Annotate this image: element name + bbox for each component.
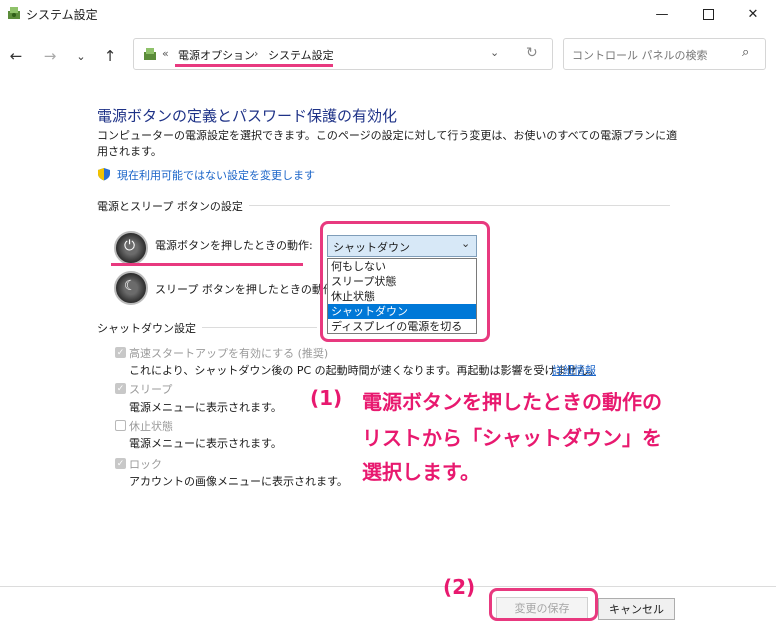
power-button-label: 電源ボタンを押したときの動作: — [155, 239, 313, 252]
recent-locations-button[interactable]: ⌄ — [71, 46, 91, 66]
sleep-button-icon: ☾ — [114, 271, 148, 305]
refresh-icon[interactable]: ↻ — [526, 45, 538, 61]
step2-number: (2) — [443, 575, 476, 599]
uac-shield-icon — [98, 168, 110, 181]
save-button-highlight-box — [489, 588, 598, 621]
hibernate-option-label: 休止状態 — [129, 420, 173, 433]
lock-option-label: ロック — [129, 458, 162, 471]
hibernate-checkbox[interactable] — [115, 420, 126, 431]
footer-divider — [0, 586, 776, 587]
search-box[interactable]: コントロール パネルの検索 ⌕ — [563, 38, 766, 70]
close-button[interactable]: ✕ — [730, 0, 776, 28]
chevron-down-icon: ⌄ — [76, 49, 86, 63]
close-icon: ✕ — [747, 6, 759, 22]
breadcrumb-separator: › — [254, 47, 259, 60]
section-power-heading: 電源とスリープ ボタンの設定 — [97, 198, 249, 214]
step1-text-line1: 電源ボタンを押したときの動作の — [362, 390, 662, 414]
sleep-button-label: スリープ ボタンを押したときの動作: — [155, 283, 338, 296]
forward-button[interactable]: → — [40, 46, 60, 66]
search-input[interactable]: コントロール パネルの検索 — [572, 47, 708, 63]
breadcrumb-highlight-underline — [175, 64, 333, 67]
maximize-button[interactable] — [685, 0, 731, 28]
breadcrumb-power-options[interactable]: 電源オプション — [178, 47, 255, 63]
power-label-highlight-underline — [111, 263, 303, 266]
step1-text-line2: リストから「シャットダウン」を — [362, 426, 662, 450]
minimize-button[interactable]: — — [639, 0, 685, 28]
sleep-option-description: 電源メニューに表示されます。 — [129, 401, 282, 414]
fast-startup-label: 高速スタートアップを有効にする (推奨) — [129, 347, 329, 360]
window-title: システム設定 — [26, 8, 98, 22]
app-icon — [8, 7, 20, 19]
dropdown-highlight-box — [320, 221, 490, 342]
forward-arrow-icon: → — [43, 47, 57, 65]
fast-startup-checkbox[interactable]: ✓ — [115, 347, 126, 358]
hibernate-option-description: 電源メニューに表示されます。 — [129, 437, 282, 450]
search-icon[interactable]: ⌕ — [742, 45, 749, 60]
sleep-checkbox[interactable]: ✓ — [115, 383, 126, 394]
step1-number: (1) — [310, 386, 343, 410]
admin-settings-link[interactable]: 現在利用可能ではない設定を変更します — [117, 167, 315, 183]
minimize-icon: — — [655, 6, 669, 22]
maximize-icon — [702, 8, 714, 20]
power-button-icon: ⏻ — [114, 231, 148, 265]
more-info-link[interactable]: 詳細情報 — [552, 362, 596, 378]
up-arrow-icon: ↑ — [103, 47, 117, 65]
page-description: コンピューターの電源設定を選択できます。このページの設定に対して行う変更は、お使… — [97, 129, 678, 158]
title-bar: システム設定 — ✕ — [0, 0, 776, 28]
step1-text-line3: 選択します。 — [362, 460, 480, 484]
control-panel-icon — [144, 48, 156, 60]
address-dropdown-icon[interactable]: ⌄ — [490, 46, 499, 59]
lock-checkbox[interactable]: ✓ — [115, 458, 126, 469]
section-shutdown-heading: シャットダウン設定 — [97, 320, 202, 336]
sleep-option-label: スリープ — [129, 383, 173, 396]
back-arrow-icon: ← — [9, 47, 23, 65]
cancel-button[interactable]: キャンセル — [598, 598, 675, 620]
breadcrumb-overflow[interactable]: « — [162, 47, 169, 60]
lock-option-description: アカウントの画像メニューに表示されます。 — [129, 475, 348, 488]
page-title: 電源ボタンの定義とパスワード保護の有効化 — [97, 107, 398, 125]
breadcrumb-system-settings[interactable]: システム設定 — [268, 47, 334, 63]
back-button[interactable]: ← — [6, 46, 26, 66]
up-button[interactable]: ↑ — [100, 46, 120, 66]
fast-startup-description: これにより、シャットダウン後の PC の起動時間が速くなります。再起動は影響を受… — [129, 364, 600, 377]
